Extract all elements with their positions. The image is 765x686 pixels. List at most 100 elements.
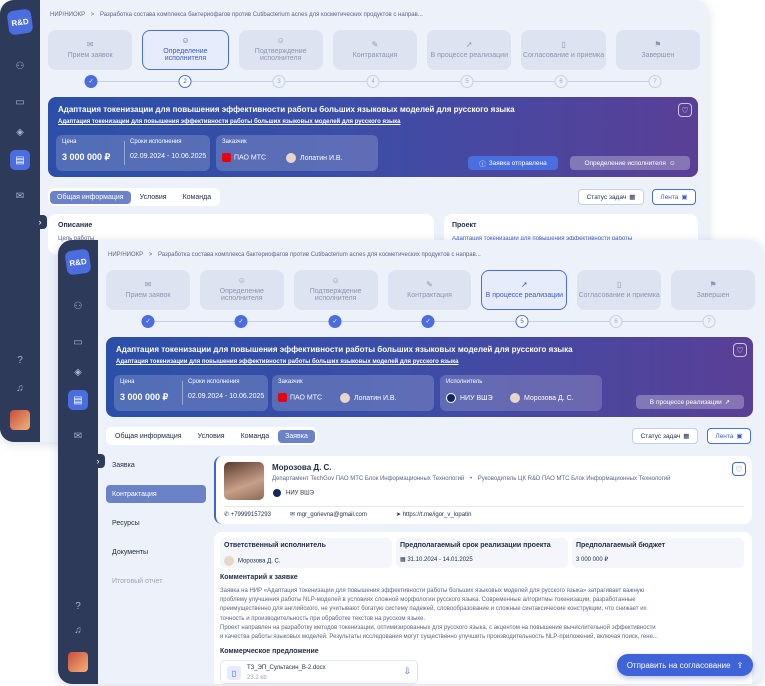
step-2[interactable]: ☺ Определение исполнителя: [142, 30, 229, 70]
envelope-icon: ✉: [86, 39, 94, 49]
step-1[interactable]: ✉ Прием заявок: [106, 270, 190, 310]
nav-resources[interactable]: Ресурсы: [106, 514, 206, 532]
tab-team[interactable]: Команда: [234, 430, 277, 443]
tab-general[interactable]: Общая информация: [50, 190, 131, 204]
badge-icon[interactable]: ◈: [10, 122, 30, 142]
check-icon: ✓: [141, 315, 155, 328]
document-icon: ▯: [561, 39, 566, 49]
user-icon: ☺: [181, 35, 190, 45]
help-icon[interactable]: ?: [10, 350, 30, 370]
customer-org: ПАО МТС: [234, 154, 267, 162]
nodes-icon[interactable]: ⚇: [68, 296, 88, 316]
step-label: Подтверждение исполнителя: [309, 287, 362, 303]
tab-application[interactable]: Заявка: [278, 429, 315, 443]
step-1[interactable]: ✉ Прием заявок: [48, 30, 133, 70]
step-4[interactable]: ✎ Контрактация: [387, 270, 472, 310]
bell-icon[interactable]: ♫: [10, 378, 30, 398]
breadcrumb-root[interactable]: НИР/НИОКР: [108, 252, 143, 258]
nav-contracting[interactable]: Контрактация: [106, 485, 206, 503]
applicant-telegram[interactable]: ➤ https://t.me/igor_v_lopatin: [396, 511, 471, 518]
step-dot-5: 5: [515, 315, 529, 328]
heart-icon[interactable]: ♡: [678, 103, 692, 117]
step-4[interactable]: ✎ Контрактация: [332, 30, 418, 70]
breadcrumb-current: Разработка состава комплекса бактериофаг…: [99, 12, 423, 18]
project-link[interactable]: Адаптация токенизации для повышения эффе…: [116, 359, 458, 365]
status-sent-badge[interactable]: ⓘ Заявка отправлена: [468, 156, 558, 170]
budget-label: Предполагаемый бюджет: [576, 542, 666, 549]
app-logo[interactable]: R&D: [64, 248, 92, 276]
define-executor-button[interactable]: Определение исполнителя ☺: [570, 156, 690, 170]
app-logo[interactable]: R&D: [6, 8, 34, 36]
avatar[interactable]: [68, 652, 88, 672]
nav-documents[interactable]: Документы: [106, 543, 206, 561]
mail-icon[interactable]: ✉: [10, 186, 30, 206]
applicant-phone[interactable]: ✆ +79999157293: [224, 511, 271, 518]
step-5[interactable]: ➚ В процессе реализации: [481, 270, 568, 310]
breadcrumb-sep: >: [90, 12, 95, 18]
feed-button[interactable]: Лента ▣: [652, 189, 696, 205]
price-value: 3 000 000 ₽: [120, 392, 169, 402]
download-icon[interactable]: ⇩: [403, 666, 411, 677]
step-3[interactable]: ☺ Подтверждение исполнителя: [238, 30, 323, 70]
project-link[interactable]: Адаптация токенизации для повышения эффе…: [58, 119, 400, 125]
chevron-right-icon[interactable]: ›: [33, 215, 47, 229]
step-2[interactable]: ☺ Определение исполнителя: [199, 270, 284, 310]
tasks-status-button[interactable]: Статус задач ▦: [632, 428, 698, 444]
price-value: 3 000 000 ₽: [62, 152, 111, 162]
folder-icon[interactable]: ▭: [68, 332, 88, 352]
tab-team[interactable]: Команда: [176, 191, 219, 204]
breadcrumb-sep: >: [148, 252, 153, 258]
telegram-icon: ➤: [396, 512, 403, 518]
step-label: Прием заявок: [67, 51, 113, 59]
avatar: [510, 393, 520, 403]
project-title: Адаптация токенизации для повышения эффе…: [116, 345, 573, 354]
tab-conditions[interactable]: Условия: [133, 191, 174, 204]
step-label: Прием заявок: [125, 291, 171, 299]
badge-icon[interactable]: ◈: [68, 362, 88, 382]
step-5[interactable]: ➚ В процессе реализации: [427, 30, 512, 70]
nav-final-report[interactable]: Итоговый отчет: [106, 572, 206, 590]
status-sent-label: Заявка отправлена: [488, 159, 547, 167]
breadcrumb-root[interactable]: НИР/НИОКР: [50, 12, 85, 18]
applicant-telegram-text: https://t.me/igor_v_lopatin: [402, 512, 472, 518]
step-6[interactable]: ▯ Согласование и приемка: [577, 270, 662, 310]
price-label: Цена: [62, 139, 77, 145]
clipboard-icon[interactable]: ▤: [68, 390, 88, 410]
bell-icon[interactable]: ♫: [68, 620, 88, 640]
user-icon: ☺: [668, 159, 676, 167]
tasks-status-button[interactable]: Статус задач ▦: [578, 189, 644, 205]
nodes-icon[interactable]: ⚇: [10, 56, 30, 76]
offer-label: Коммерческое предложение: [220, 648, 319, 655]
heart-icon[interactable]: ♡: [732, 462, 746, 476]
dates-label: Сроки исполнения: [188, 379, 240, 385]
mail-icon[interactable]: ✉: [68, 426, 88, 446]
step-3[interactable]: ☺ Подтверждение исполнителя: [293, 270, 378, 310]
applicant-org-name: НИУ ВШЭ: [286, 490, 314, 497]
step-6[interactable]: ▯ Согласование и приемка: [521, 30, 606, 70]
folder-icon[interactable]: ▭: [10, 92, 30, 112]
clipboard-icon[interactable]: ▤: [10, 150, 30, 170]
submit-for-approval-button[interactable]: Отправить на согласование ⇪: [617, 654, 753, 676]
feed-icon: ▣: [681, 194, 688, 201]
step-7[interactable]: ⚑ Завершен: [671, 270, 756, 310]
customer-card: Заказчик ПАО МТС Лопатин И.В.: [216, 135, 378, 171]
executor-card: Исполнитель НИУ ВШЭ Морозова Д. С.: [440, 375, 602, 411]
status-in-progress-badge[interactable]: В процессе реализации ➚: [636, 395, 744, 409]
nav-application[interactable]: Заявка: [106, 456, 206, 474]
help-icon[interactable]: ?: [68, 596, 88, 616]
file-attachment[interactable]: ▯ ТЗ_ЭП_Сультасин_В-2.docx 23.2 kb ⇩: [220, 660, 418, 684]
step-7[interactable]: ⚑ Завершен: [615, 30, 700, 70]
applicant-email[interactable]: ✉ mgr_gorievna@gmail.com: [290, 511, 367, 518]
chevron-right-icon[interactable]: ›: [91, 454, 105, 468]
contract-icon: ✎: [426, 279, 433, 289]
budget-block: Предполагаемый бюджет 3 000 000 ₽: [572, 538, 744, 568]
avatar[interactable]: [10, 410, 30, 430]
feed-button[interactable]: Лента ▣: [707, 428, 751, 444]
tab-general[interactable]: Общая информация: [108, 430, 189, 443]
sidebar-bottom: ? ♫: [0, 340, 40, 442]
applicant-photo: [224, 462, 264, 500]
user-check-icon: ☺: [276, 35, 285, 45]
tab-conditions[interactable]: Условия: [191, 430, 232, 443]
heart-icon[interactable]: ♡: [733, 343, 747, 357]
document-icon: ▯: [617, 279, 622, 289]
